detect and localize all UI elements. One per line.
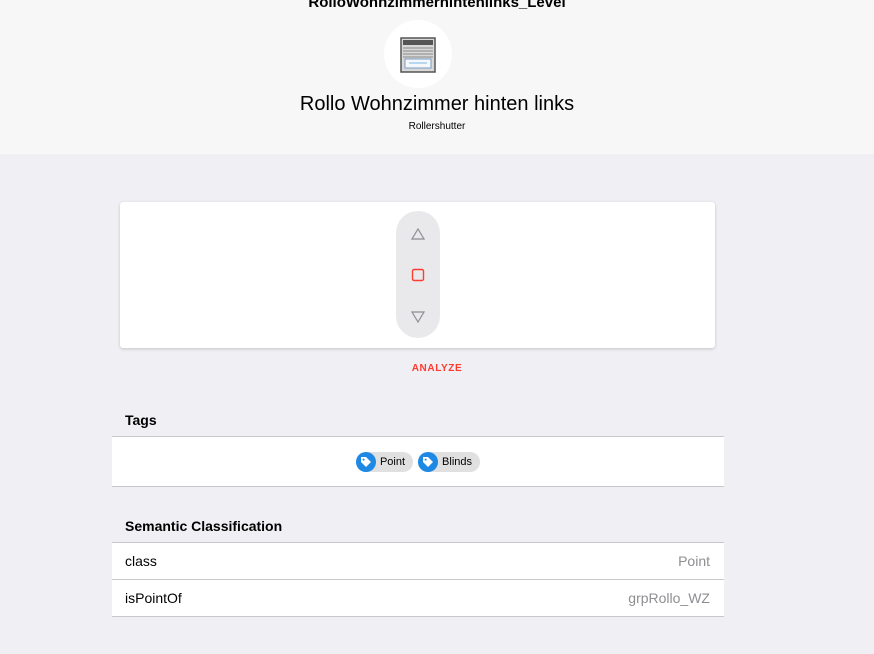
rollershutter-control-card — [120, 202, 715, 348]
tag-chip[interactable]: Point — [355, 451, 414, 472]
semantic-value: grpRollo_WZ — [628, 590, 710, 606]
tags-section-title: Tags — [125, 412, 157, 428]
semantic-section-title: Semantic Classification — [125, 518, 283, 534]
tags-list: Point Blinds — [112, 437, 724, 486]
triangle-up-icon — [411, 228, 425, 240]
square-stop-icon — [411, 268, 425, 282]
semantic-key: class — [125, 553, 157, 569]
item-header: RolloWohnzimmerhintenlinks_Level Rollo W… — [0, 0, 874, 154]
item-name: RolloWohnzimmerhintenlinks_Level — [308, 0, 566, 11]
down-button[interactable] — [396, 296, 440, 338]
analyze-button[interactable]: ANALYZE — [0, 363, 874, 375]
tag-icon — [355, 451, 376, 472]
rollershutter-icon — [400, 37, 436, 73]
semantic-panel: class Point isPointOf grpRollo_WZ — [112, 542, 724, 617]
stop-button[interactable] — [396, 254, 440, 296]
item-type: Rollershutter — [408, 121, 466, 132]
tag-label: Point — [379, 455, 406, 468]
tag-chip[interactable]: Blinds — [418, 451, 481, 472]
rollershutter-button-group — [396, 211, 440, 338]
semantic-key: isPointOf — [125, 590, 182, 606]
semantic-value: Point — [678, 553, 710, 569]
tags-panel: Point Blinds — [112, 436, 724, 487]
item-icon-container — [384, 20, 452, 88]
semantic-row-ispointof: isPointOf grpRollo_WZ — [112, 579, 724, 616]
item-label: Rollo Wohnzimmer hinten links — [299, 93, 575, 115]
tag-icon — [418, 451, 439, 472]
tag-label: Blinds — [442, 455, 473, 468]
up-button[interactable] — [396, 213, 440, 255]
semantic-row-class: class Point — [112, 543, 724, 579]
triangle-down-icon — [411, 311, 425, 323]
